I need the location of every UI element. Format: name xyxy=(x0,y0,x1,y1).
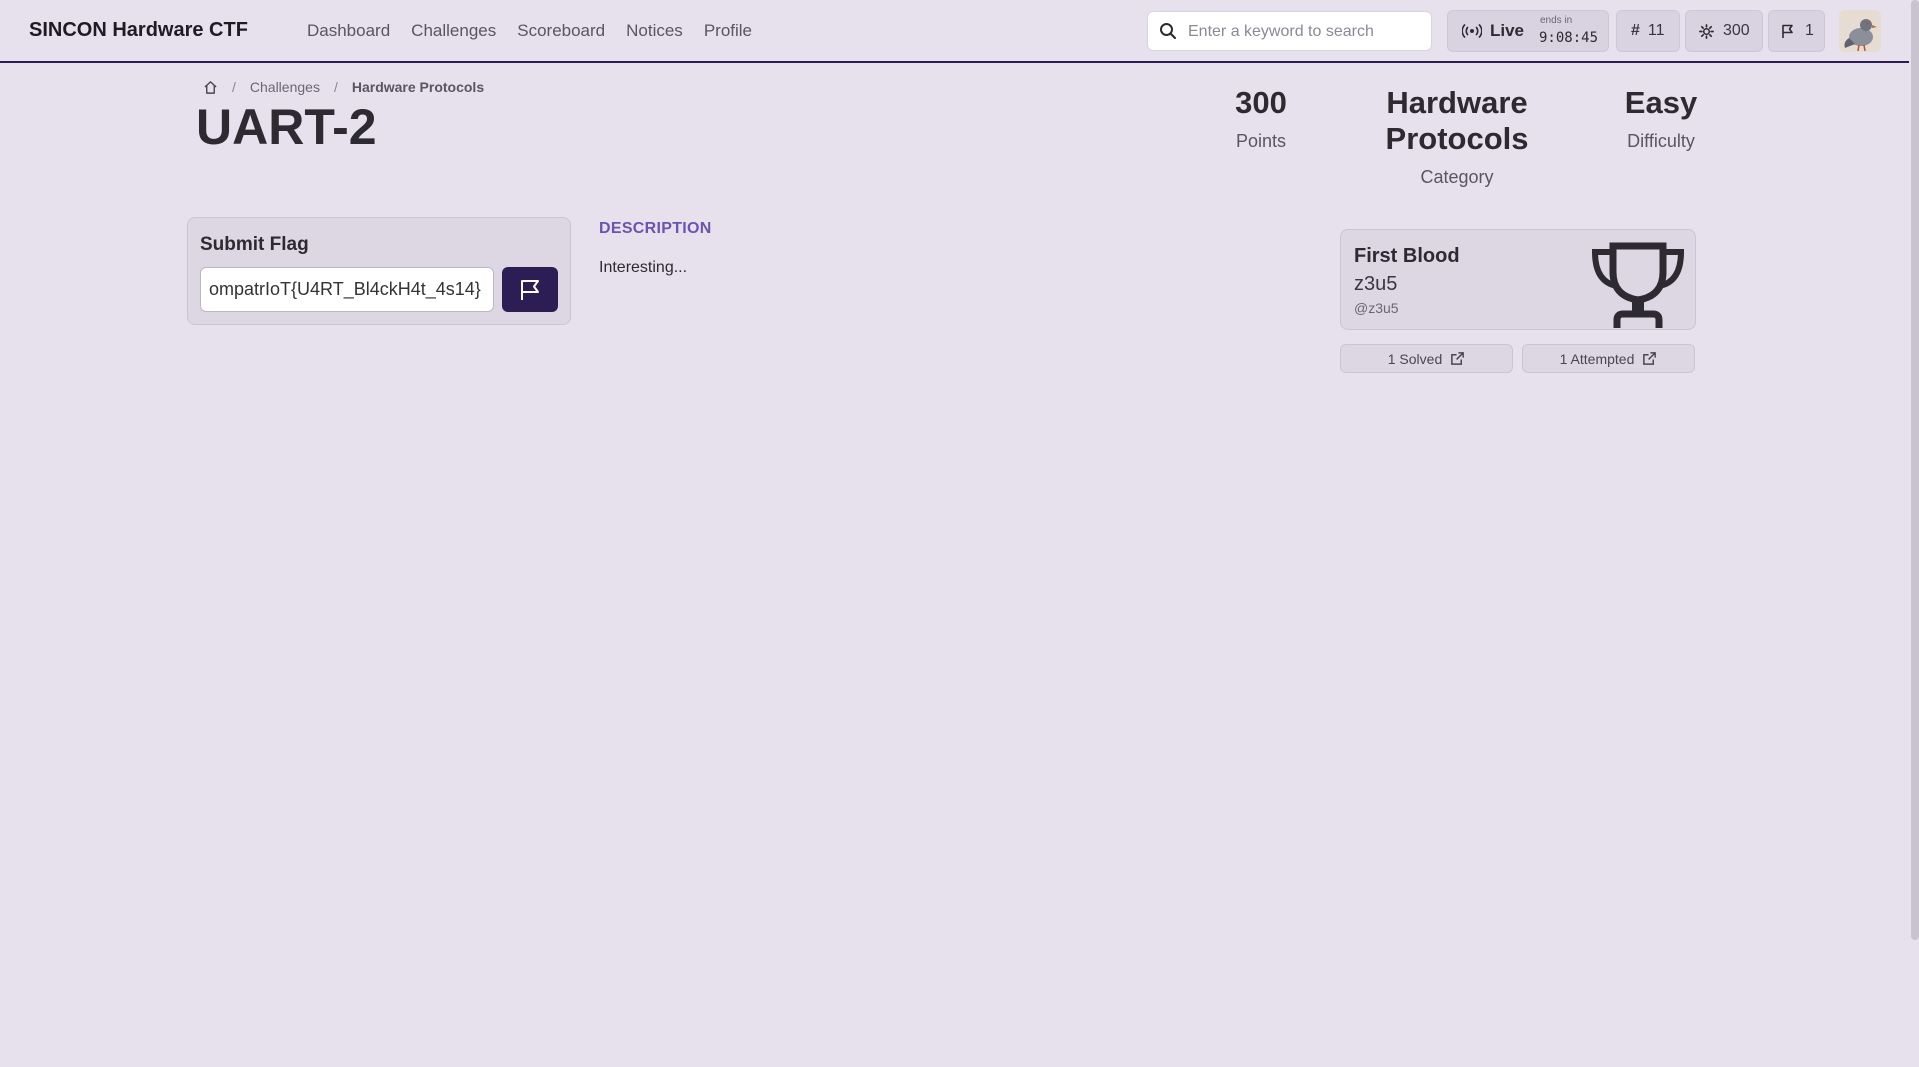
top-navbar: SINCON Hardware CTF Dashboard Challenges… xyxy=(0,0,1909,63)
countdown-timer: 9:08:45 xyxy=(1539,30,1599,46)
brand-title[interactable]: SINCON Hardware CTF xyxy=(29,19,248,42)
hash-icon: # xyxy=(1631,22,1640,39)
submit-flag-card: Submit Flag xyxy=(187,217,571,325)
points-stat-label: Points xyxy=(1235,131,1287,151)
broadcast-icon xyxy=(1462,23,1482,39)
avatar[interactable] xyxy=(1839,10,1881,52)
pigeon-avatar-icon xyxy=(1839,10,1881,52)
points-stat-value: 300 xyxy=(1235,85,1287,120)
submit-flag-title: Submit Flag xyxy=(200,234,309,255)
breadcrumb: / Challenges / Hardware Protocols xyxy=(203,79,484,95)
category-stat-label: Category xyxy=(1420,167,1494,187)
live-label: Live xyxy=(1490,21,1525,40)
nav-profile[interactable]: Profile xyxy=(704,21,752,41)
nav-dashboard[interactable]: Dashboard xyxy=(307,21,390,41)
breadcrumb-current: Hardware Protocols xyxy=(351,79,485,95)
points-value: 300 xyxy=(1723,22,1750,39)
points-stat: 300 Points xyxy=(1226,85,1296,152)
description-heading: DESCRIPTION xyxy=(599,220,712,237)
category-stat: Hardware Protocols Category xyxy=(1313,85,1601,188)
nav-notices[interactable]: Notices xyxy=(626,21,683,41)
search-input[interactable] xyxy=(1186,20,1425,44)
search-icon xyxy=(1160,23,1177,40)
flag-icon xyxy=(1782,24,1793,38)
nav-links: Dashboard Challenges Scoreboard Notices … xyxy=(307,21,752,41)
breadcrumb-separator: / xyxy=(333,79,338,95)
breadcrumb-challenges[interactable]: Challenges xyxy=(250,79,320,95)
submit-flag-button[interactable] xyxy=(502,267,558,312)
points-pill[interactable]: 300 xyxy=(1685,10,1763,52)
first-blood-title: First Blood xyxy=(1354,245,1460,267)
ends-in-label: ends in xyxy=(1540,15,1573,26)
live-status-pill[interactable]: Live ends in 9:08:45 xyxy=(1447,10,1609,52)
difficulty-stat-label: Difficulty xyxy=(1627,131,1695,151)
difficulty-stat: Easy Difficulty xyxy=(1619,85,1703,152)
breadcrumb-separator: / xyxy=(232,79,236,95)
flag-icon xyxy=(521,280,539,300)
rank-value: 11 xyxy=(1647,22,1665,39)
search-box xyxy=(1147,11,1432,51)
rank-pill[interactable]: # 11 xyxy=(1616,10,1680,52)
solved-button[interactable]: 1 Solved xyxy=(1340,344,1513,373)
flags-pill[interactable]: 1 xyxy=(1768,10,1825,52)
first-blood-name[interactable]: z3u5 xyxy=(1354,273,1397,296)
challenge-title: UART-2 xyxy=(196,99,377,155)
first-blood-handle: @z3u5 xyxy=(1354,300,1399,316)
home-icon[interactable] xyxy=(203,80,218,95)
solved-label: 1 Solved xyxy=(1387,350,1443,367)
nav-challenges[interactable]: Challenges xyxy=(411,21,496,41)
attempted-label: 1 Attempted xyxy=(1559,350,1635,367)
attempted-button[interactable]: 1 Attempted xyxy=(1522,344,1695,373)
flags-value: 1 xyxy=(1805,22,1814,39)
description-body: Interesting... xyxy=(599,259,688,276)
difficulty-stat-value: Easy xyxy=(1624,85,1698,120)
nav-scoreboard[interactable]: Scoreboard xyxy=(517,21,605,41)
trophy-icon xyxy=(1591,242,1685,328)
category-stat-value: Hardware Protocols xyxy=(1385,85,1529,156)
scrollbar-thumb[interactable] xyxy=(1911,0,1919,940)
external-link-icon xyxy=(1451,352,1465,365)
first-blood-card: First Blood z3u5 @z3u5 xyxy=(1340,229,1696,330)
flag-input[interactable] xyxy=(200,267,494,312)
external-link-icon xyxy=(1643,352,1657,365)
gear-icon xyxy=(1699,23,1714,39)
